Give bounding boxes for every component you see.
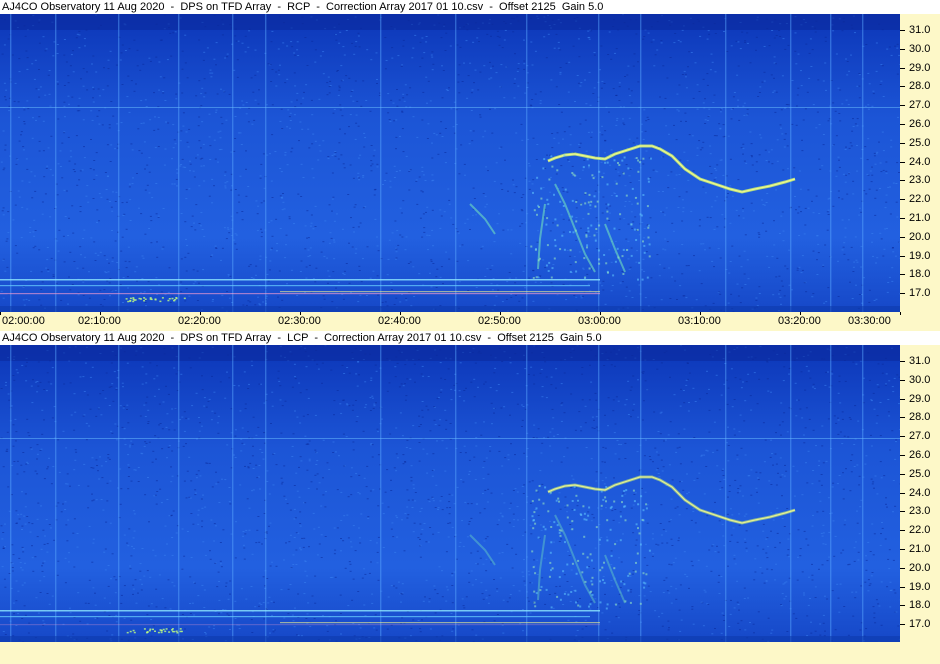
frequency-label: 18.0	[909, 599, 931, 612]
spectrogram-lcp	[0, 345, 900, 642]
spectrogram-rcp-canvas	[0, 14, 900, 312]
frequency-label: 31.0	[909, 24, 931, 36]
frequency-tick	[900, 605, 905, 607]
time-label: 03:30:00	[848, 315, 891, 327]
time-label: 02:50:00	[478, 315, 521, 327]
panel-title-rcp: AJ4CO Observatory 11 Aug 2020 - DPS on T…	[0, 0, 940, 14]
frequency-label: 20.0	[909, 230, 931, 243]
frequency-label: 28.0	[909, 411, 931, 424]
frequency-label: 19.0	[909, 580, 931, 593]
frequency-label: 21.0	[909, 543, 931, 555]
time-label: 02:10:00	[78, 315, 121, 327]
frequency-label: 31.0	[909, 355, 931, 367]
frequency-tick	[900, 293, 905, 295]
frequency-tick	[900, 105, 905, 107]
frequency-label: 25.0	[909, 467, 931, 480]
frequency-tick	[900, 473, 905, 475]
top-band	[0, 345, 900, 361]
time-axis-rcp: 02:00:00 02:10:00 02:20:00 02:30:00 02:40:00…	[0, 312, 940, 330]
frequency-tick	[900, 48, 905, 50]
frequency-axis-lcp: 31.0 30.0 29.0 28.0 27.0 26.0 25.0 24.0 23.0 22.0…	[900, 345, 940, 642]
time-label: 02:30:00	[278, 315, 321, 327]
frequency-label: 27.0	[909, 430, 931, 443]
frequency-tick	[900, 530, 905, 532]
time-label: 03:20:00	[778, 315, 821, 327]
frequency-tick	[900, 624, 905, 626]
time-label: 03:00:00	[578, 315, 621, 327]
frequency-tick	[900, 361, 905, 362]
time-label: 02:20:00	[178, 315, 221, 327]
frequency-label: 26.0	[909, 118, 931, 130]
spectrogram-lcp-canvas	[0, 345, 900, 642]
spectrogram-rcp	[0, 14, 900, 312]
frequency-label: 21.0	[909, 212, 931, 224]
frequency-label: 25.0	[909, 136, 931, 149]
frequency-label: 28.0	[909, 80, 931, 93]
frequency-label: 24.0	[909, 486, 931, 499]
frequency-label: 23.0	[909, 505, 931, 518]
frequency-label: 18.0	[909, 268, 931, 281]
frequency-tick	[900, 417, 905, 419]
frequency-tick	[900, 398, 905, 400]
frequency-tick	[900, 274, 905, 276]
frequency-tick	[900, 586, 905, 588]
frequency-tick	[900, 199, 905, 201]
frequency-label: 24.0	[909, 155, 931, 168]
frequency-label: 19.0	[909, 249, 931, 262]
panel-title-lcp: AJ4CO Observatory 11 Aug 2020 - DPS on T…	[0, 331, 940, 345]
frequency-tick	[900, 549, 905, 550]
frequency-axis-rcp: 31.0 30.0 29.0 28.0 27.0 26.0 25.0 24.0 23.0 22.0…	[900, 14, 940, 312]
frequency-label: 26.0	[909, 449, 931, 461]
top-band	[0, 14, 900, 30]
frequency-label: 23.0	[909, 174, 931, 187]
time-tick	[900, 312, 901, 315]
frequency-tick	[900, 86, 905, 88]
frequency-tick	[900, 124, 905, 125]
frequency-label: 22.0	[909, 193, 931, 206]
frequency-tick	[900, 511, 905, 513]
frequency-label: 17.0	[909, 618, 931, 631]
frequency-tick	[900, 492, 905, 494]
frequency-tick	[900, 67, 905, 69]
frequency-tick	[900, 455, 905, 456]
frequency-tick	[900, 30, 905, 31]
spectrogram-background	[0, 345, 900, 642]
frequency-tick	[900, 180, 905, 182]
frequency-tick	[900, 218, 905, 219]
frequency-tick	[900, 142, 905, 144]
bottom-band	[0, 636, 900, 642]
frequency-tick	[900, 255, 905, 257]
frequency-tick	[900, 236, 905, 238]
frequency-label: 17.0	[909, 287, 931, 300]
time-label: 03:10:00	[678, 315, 721, 327]
frequency-label: 29.0	[909, 61, 931, 74]
time-label: 02:40:00	[378, 315, 421, 327]
frequency-tick	[900, 436, 905, 438]
frequency-label: 27.0	[909, 99, 931, 112]
spectrogram-background	[0, 14, 900, 312]
frequency-tick	[900, 379, 905, 381]
time-label: 02:00:00	[2, 315, 45, 327]
frequency-label: 22.0	[909, 524, 931, 537]
frequency-tick	[900, 567, 905, 569]
frequency-label: 30.0	[909, 373, 931, 386]
frequency-label: 30.0	[909, 42, 931, 55]
frequency-label: 20.0	[909, 561, 931, 574]
frequency-label: 29.0	[909, 392, 931, 405]
time-tick	[0, 312, 1, 315]
frequency-tick	[900, 161, 905, 163]
